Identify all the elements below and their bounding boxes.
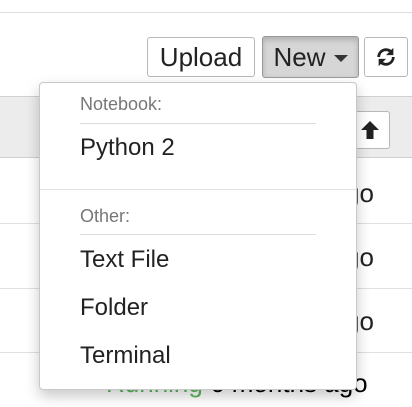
menu-item-folder[interactable]: Folder [80,294,148,322]
new-label: New [273,41,326,72]
refresh-icon [377,47,395,67]
caret-down-icon [333,55,348,62]
menu-divider [40,189,356,190]
section-rule [80,234,316,235]
menu-item-terminal[interactable]: Terminal [80,342,171,370]
arrow-up-icon [361,121,379,139]
upload-button[interactable]: Upload [147,37,255,77]
menu-item-python-2[interactable]: Python 2 [80,134,175,162]
upload-label: Upload [159,41,243,72]
new-dropdown-button[interactable]: New [262,36,359,78]
section-rule [80,123,316,124]
notebook-section-header: Notebook: [80,94,163,114]
refresh-button[interactable] [364,37,408,77]
other-section-header: Other: [80,206,131,226]
menu-item-text-file[interactable]: Text File [80,246,169,274]
header-divider [0,0,412,13]
new-dropdown-menu: Notebook: Python 2 Other: Text File Fold… [39,82,357,390]
